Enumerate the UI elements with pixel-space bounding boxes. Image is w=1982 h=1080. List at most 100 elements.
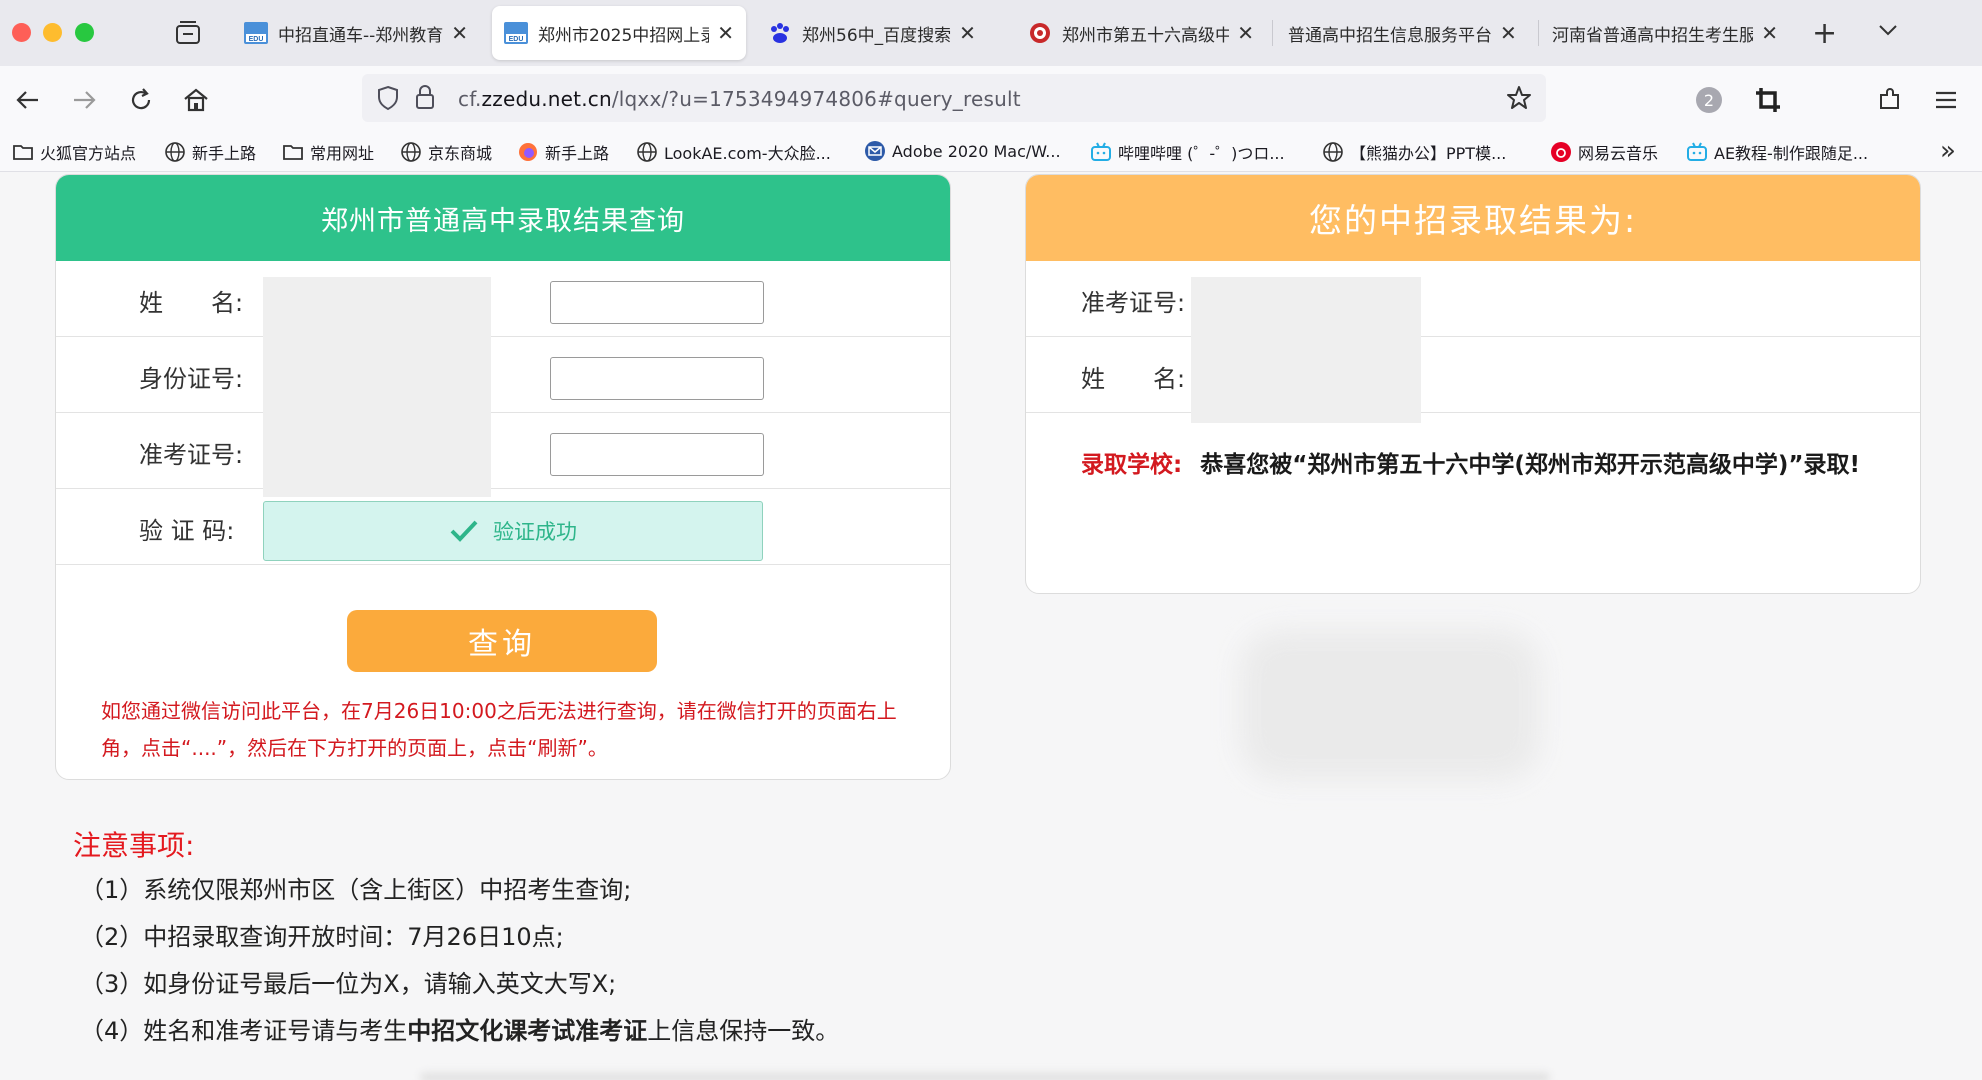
new-tab-button[interactable]: + — [1812, 16, 1837, 51]
bookmark-item[interactable]: 【熊猫办公】PPT模... — [1322, 140, 1506, 164]
bookmark-label: Adobe 2020 Mac/W... — [892, 141, 1061, 161]
bookmark-item[interactable]: 常用网址 — [282, 140, 374, 164]
bookmark-item[interactable]: 火狐官方站点 — [12, 140, 136, 164]
folder-icon — [283, 145, 303, 160]
mail-icon — [865, 141, 885, 161]
url-path: /lqxx/?u=1753494974806#query_result — [611, 87, 1021, 111]
bookmark-label: 哔哩哔哩 (゜-゜)つロ... — [1118, 144, 1285, 163]
exam-number-input[interactable] — [550, 433, 764, 476]
globe-icon — [1323, 142, 1343, 162]
url-bar[interactable]: cf.zzedu.net.cn/lqxx/?u=1753494974806#qu… — [362, 74, 1546, 122]
chevron-down-icon[interactable] — [1876, 18, 1900, 42]
bookmark-item[interactable]: 新手上路 — [164, 140, 256, 164]
tab-close-icon[interactable]: ✕ — [717, 21, 734, 45]
exam-number-label: 准考证号: — [139, 441, 244, 469]
result-name-row: 姓 名: — [1026, 337, 1920, 413]
forward-arrow-icon[interactable] — [70, 86, 98, 114]
bookmark-item[interactable]: 哔哩哔哩 (゜-゜)つロ... — [1090, 140, 1285, 164]
bookmark-star-icon[interactable] — [1506, 85, 1532, 111]
tab-close-icon[interactable]: ✕ — [1500, 21, 1517, 45]
edu-favicon: EDU — [504, 22, 528, 44]
tab-title: 郑州市2025中招网上录 — [538, 25, 710, 46]
firefox-view-icon[interactable] — [174, 20, 202, 46]
admitted-school-row: 录取学校: 恭喜您被“郑州市第五十六中学(郑州市郑开示范高级中学)”录取! — [1081, 445, 1860, 479]
folder-icon — [13, 145, 33, 160]
bookmarks-toolbar: 火狐官方站点 新手上路 常用网址 京东商城 新手上路 LookAE.com-大众… — [0, 132, 1982, 172]
tracking-shield-icon[interactable] — [376, 85, 400, 111]
tab-zhengzhou-2025[interactable]: EDU 郑州市2025中招网上录 ✕ — [492, 6, 746, 60]
tab-baidu-search[interactable]: 郑州56中_百度搜索 ✕ — [756, 6, 1006, 60]
tab-school-56[interactable]: 郑州市第五十六高级中 ✕ — [1016, 6, 1266, 60]
captcha-row: 验 证 码: 验证成功 — [56, 489, 950, 565]
tab-henan-enrollment[interactable]: 河南省普通高中招生考生服 ✕ — [1540, 6, 1790, 60]
notice-item-prefix: （4） — [80, 1017, 144, 1045]
query-button[interactable]: 查询 — [347, 610, 657, 672]
redaction-mask — [263, 277, 491, 497]
more-bookmarks-icon[interactable]: » — [1940, 136, 1956, 166]
bookmark-label: 网易云音乐 — [1578, 144, 1659, 163]
name-row: 姓 名: — [56, 261, 950, 337]
hamburger-menu-icon[interactable] — [1932, 86, 1960, 114]
id-number-input[interactable] — [550, 357, 764, 400]
tab-close-icon[interactable]: ✕ — [1237, 21, 1254, 45]
bookmark-item[interactable]: 京东商城 — [400, 140, 492, 164]
window-close-button[interactable] — [12, 23, 31, 42]
bookmark-label: 新手上路 — [545, 144, 610, 163]
notice-title: 注意事项: — [73, 829, 195, 862]
bilibili-icon — [1091, 142, 1111, 161]
browser-nav-bar: cf.zzedu.net.cn/lqxx/?u=1753494974806#qu… — [0, 66, 1982, 132]
bookmark-label: 火狐官方站点 — [40, 144, 137, 163]
notice-item: （3）如身份证号最后一位为X，请输入英文大写X; — [80, 964, 616, 999]
notice-item-prefix: （2） — [80, 923, 144, 951]
bookmark-item[interactable]: AE教程-制作跟随足... — [1686, 140, 1868, 164]
bookmark-item[interactable]: LookAE.com-大众脸... — [636, 140, 831, 164]
tab-title: 郑州56中_百度搜索 — [802, 25, 952, 46]
captcha-status[interactable]: 验证成功 — [263, 501, 763, 561]
svg-text:EDU: EDU — [249, 36, 264, 43]
crop-icon[interactable] — [1754, 86, 1782, 114]
tab-title: 郑州市第五十六高级中 — [1062, 25, 1230, 46]
scroll-shadow — [420, 1072, 1550, 1080]
url-text[interactable]: cf.zzedu.net.cn/lqxx/?u=1753494974806#qu… — [458, 87, 1021, 111]
admitted-school-message: 恭喜您被“郑州市第五十六中学(郑州市郑开示范高级中学)”录取! — [1200, 452, 1860, 478]
tab-close-icon[interactable]: ✕ — [1761, 21, 1778, 45]
result-panel: 您的中招录取结果为: 准考证号: 姓 名: 录取学校: 恭喜您被“郑州市第五十六… — [1025, 174, 1921, 594]
notice-item-text: 中招录取查询开放时间：7月26日10点; — [143, 923, 564, 951]
bookmark-item[interactable]: Adobe 2020 Mac/W... — [864, 140, 1061, 162]
bookmark-label: LookAE.com-大众脸... — [664, 144, 831, 163]
bookmark-item[interactable]: 网易云音乐 — [1550, 140, 1658, 164]
bilibili-icon — [1687, 142, 1707, 161]
captcha-status-text: 验证成功 — [493, 520, 577, 544]
name-input[interactable] — [550, 281, 764, 324]
tab-enrollment-platform[interactable]: 普通高中招生信息服务平台 ✕ — [1276, 6, 1532, 60]
notice-item: （4）姓名和准考证号请与考生中招文化课考试准考证上信息保持一致。 — [80, 1011, 839, 1046]
bookmark-item[interactable]: 新手上路 — [517, 140, 609, 164]
tab-close-icon[interactable]: ✕ — [959, 21, 976, 45]
name-label: 姓 名: — [139, 289, 244, 317]
tab-close-icon[interactable]: ✕ — [451, 21, 468, 45]
baidu-paw-icon — [771, 23, 789, 43]
result-name-label: 姓 名: — [1081, 365, 1186, 393]
home-icon[interactable] — [182, 86, 210, 114]
lock-icon[interactable] — [414, 84, 436, 110]
window-zoom-button[interactable] — [75, 23, 94, 42]
back-arrow-icon[interactable] — [14, 86, 42, 114]
url-domain: zzedu.net.cn — [481, 87, 612, 111]
tab-zhongzhao-ztc[interactable]: EDU 中招直通车--郑州教育 ✕ — [232, 6, 482, 60]
tab-title: 中招直通车--郑州教育 — [278, 25, 444, 46]
extension-badge[interactable]: 2 — [1696, 87, 1722, 113]
notice-item: （2）中招录取查询开放时间：7月26日10点; — [80, 917, 564, 952]
redaction-mask — [1191, 277, 1421, 423]
tab-title: 河南省普通高中招生考生服 — [1552, 25, 1754, 46]
window-minimize-button[interactable] — [43, 23, 62, 42]
netease-icon — [1551, 142, 1571, 162]
reload-icon[interactable] — [127, 86, 155, 114]
tab-separator — [1538, 20, 1539, 46]
blurred-region — [1240, 630, 1540, 780]
result-exam-number-row: 准考证号: — [1026, 261, 1920, 337]
notice-item-text: 姓名和准考证号请与考生 — [143, 1017, 408, 1045]
query-panel-title: 郑州市普通高中录取结果查询 — [56, 175, 950, 261]
extensions-puzzle-icon[interactable] — [1876, 86, 1904, 114]
captcha-label: 验 证 码: — [139, 517, 235, 545]
notice-item-prefix: （3） — [80, 970, 144, 998]
